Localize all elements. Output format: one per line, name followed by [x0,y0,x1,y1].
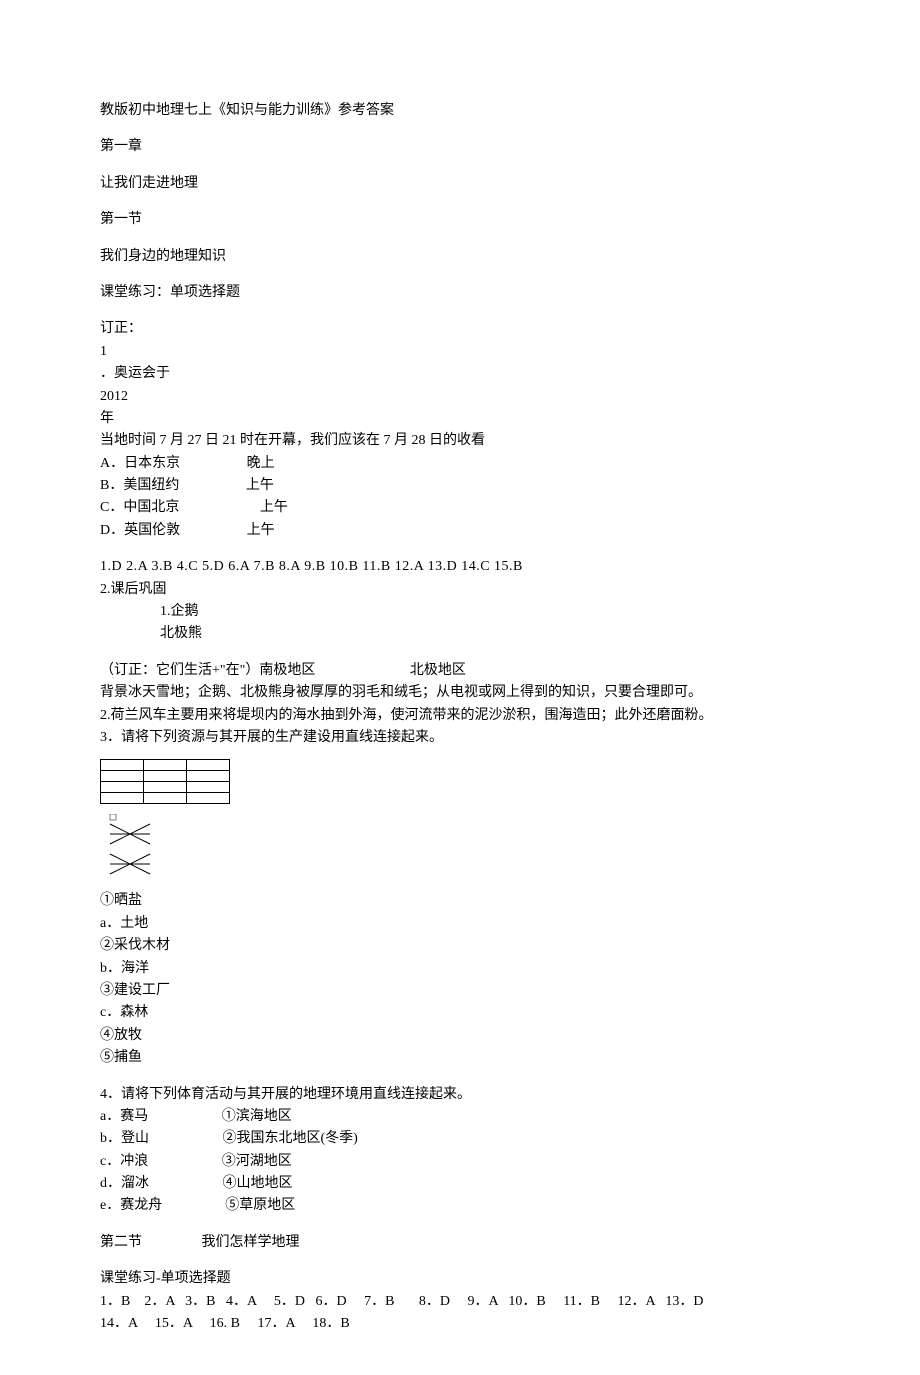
q1-option-a: A．日本东京 晚上 [100,453,820,475]
chapter-subheading: 让我们走进地理 [100,173,820,195]
list-item: c．冲浪 ③河湖地区 [100,1151,820,1173]
matching-lines-icon [100,814,160,884]
q4-stem: 4．请将下列体育活动与其开展的地理环境用直线连接起来。 [100,1084,820,1106]
q3-stem: 3．请将下列资源与其开展的生产建设用直线连接起来。 [100,727,820,749]
list-item: ①晒盐 [100,890,820,912]
q1-option-b: B．美国纽约 上午 [100,475,820,497]
q1-year-suffix: 年 [100,408,820,430]
after-class-item2: 北极熊 [100,623,820,645]
correction2-line: （订正：它们生活+"在"）南极地区 北极地区 [100,660,820,682]
section1-heading: 第一节 [100,209,820,231]
section2-classroom-label: 课堂练习-单项选择题 [100,1268,820,1290]
q1-option-c: C．中国北京 上午 [100,497,820,519]
q1-number: 1 [100,341,820,363]
matching4-list: a．赛马 ①滨海地区 b．登山 ②我国东北地区(冬季) c．冲浪 ③河湖地区 d… [100,1106,820,1218]
list-item: e．赛龙舟 ⑤草原地区 [100,1195,820,1217]
answer-key-line1: 1.D 2.A 3.B 4.C 5.D 6.A 7.B 8.A 9.B 10.B… [100,556,820,578]
correction-label: 订正： [100,318,820,340]
correction-block: 订正： 1 ．奥运会于 2012 年 当地时间 7 月 27 日 21 时在开幕… [100,318,820,542]
after-class-label: 2.课后巩固 [100,579,820,601]
classroom-practice-label: 课堂练习：单项选择题 [100,282,820,304]
small-table-graphic [100,759,230,804]
list-item: ⑤捕鱼 [100,1047,820,1069]
list-item: ③建设工厂 [100,980,820,1002]
q1-year: 2012 [100,386,820,408]
q1-option-d: D．英国伦敦 上午 [100,520,820,542]
list-item: d．溜冰 ④山地地区 [100,1173,820,1195]
document-title: 教版初中地理七上《知识与能力训练》参考答案 [100,100,820,122]
chapter-heading: 第一章 [100,136,820,158]
after-class-item1: 1.企鹅 [100,601,820,623]
background-explanation: 背景冰天雪地；企鹅、北极熊身被厚厚的羽毛和绒毛；从电视或网上得到的知识，只要合理… [100,682,820,704]
list-item: ②采伐木材 [100,935,820,957]
list-item: b．海洋 [100,958,820,980]
q1-dot-line: ．奥运会于 [100,363,820,385]
list-item: ④放牧 [100,1025,820,1047]
section2-heading: 第二节 我们怎样学地理 [100,1232,820,1254]
section1-subheading: 我们身边的地理知识 [100,246,820,268]
matching3-list: ①晒盐 a．土地 ②采伐木材 b．海洋 ③建设工厂 c．森林 ④放牧 ⑤捕鱼 [100,890,820,1069]
list-item: a．赛马 ①滨海地区 [100,1106,820,1128]
list-item: b．登山 ②我国东北地区(冬季) [100,1128,820,1150]
list-item: a．土地 [100,913,820,935]
list-item: c．森林 [100,1002,820,1024]
section2-answers-line2: 14．A 15．A 16. B 17．A 18．B [100,1313,820,1335]
holland-windmill-explanation: 2.荷兰风车主要用来将堤坝内的海水抽到外海，使河流带来的泥沙淤积，围海造田；此外… [100,705,820,727]
q1-stem: 当地时间 7 月 27 日 21 时在开幕，我们应该在 7 月 28 日的收看 [100,430,820,452]
